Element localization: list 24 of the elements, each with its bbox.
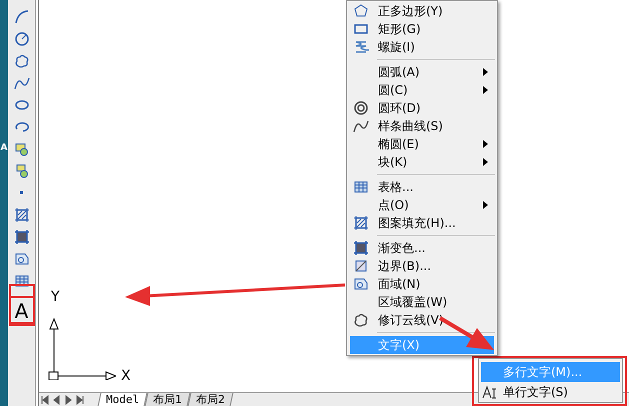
menu-item[interactable]: 块(K) bbox=[350, 153, 494, 171]
layout-tab[interactable]: 布局2 bbox=[188, 393, 234, 406]
menu-item[interactable]: 样条曲线(S) bbox=[350, 117, 494, 135]
menu-item[interactable]: 圆(C) bbox=[350, 81, 494, 99]
menu-item[interactable]: 矩形(G) bbox=[350, 20, 494, 38]
menu-item[interactable]: 面域(N) bbox=[350, 275, 494, 293]
menu-item[interactable]: 圆环(D) bbox=[350, 99, 494, 117]
menu-item[interactable]: 点(O) bbox=[350, 196, 494, 214]
menu-item[interactable]: 椭圆(E) bbox=[350, 135, 494, 153]
menu-item[interactable]: 螺旋(I) bbox=[350, 38, 494, 56]
menu-item[interactable]: 表格... bbox=[350, 178, 494, 196]
menu-item[interactable]: 圆弧(A) bbox=[350, 63, 494, 81]
menu-item[interactable]: 图案填充(H)... bbox=[350, 214, 494, 232]
layout-tab[interactable]: 布局1 bbox=[144, 393, 190, 406]
text-tool-button[interactable]: A bbox=[10, 298, 32, 324]
menu-item[interactable]: 正多边形(Y) bbox=[350, 2, 494, 20]
x-axis-label: X bbox=[121, 369, 131, 383]
y-axis-label: Y bbox=[51, 290, 60, 304]
menu-item[interactable]: 区域覆盖(W) bbox=[350, 293, 494, 311]
desktop-label: A bbox=[0, 144, 8, 153]
menu-item[interactable]: 边界(B)... bbox=[350, 257, 494, 275]
menu-item[interactable]: 渐变色... bbox=[350, 239, 494, 257]
layout-tab[interactable]: Model bbox=[98, 393, 148, 406]
menu-item[interactable]: 单行文字(S) bbox=[481, 382, 620, 402]
